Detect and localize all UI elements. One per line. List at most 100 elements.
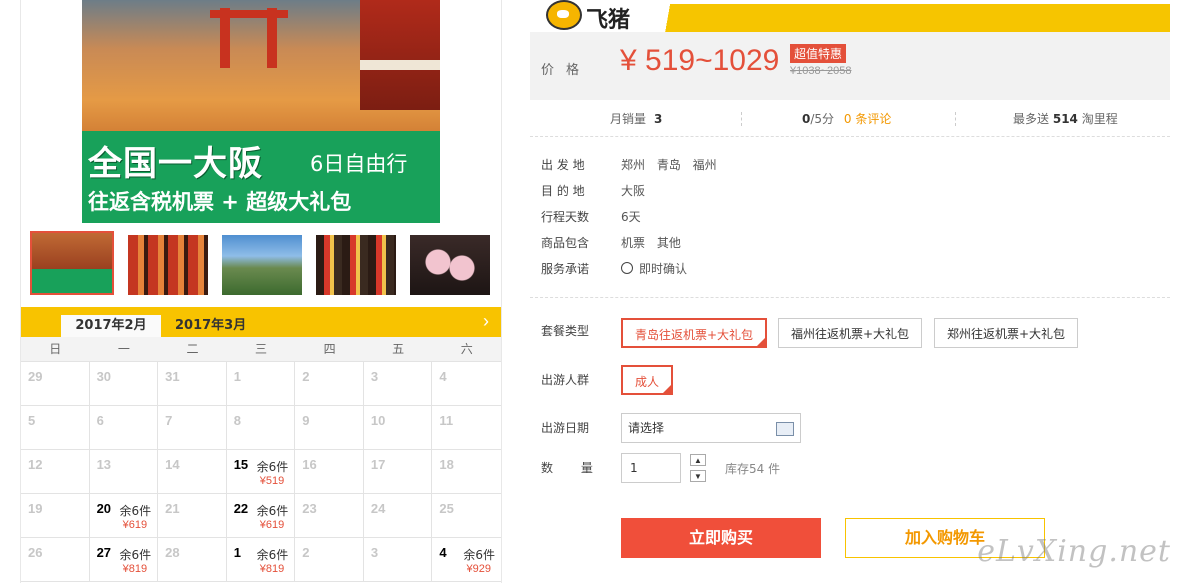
calendar-day-stock: 余6件 [256,548,289,562]
info-row-days: 行程天数 6天 [541,204,1141,230]
thumbnail-1[interactable] [30,231,114,295]
calendar-day: 14 [158,450,227,494]
thumbnail-3[interactable] [220,233,304,297]
weekday-label: 一 [117,342,130,356]
calendar-day-price: ¥819 [259,563,285,575]
calendar-day-price: ¥819 [122,563,148,575]
stock-info: 库存54 件 [725,462,781,476]
reviews-link[interactable]: 0 条评论 [844,112,891,126]
calendar-day: 25 [432,494,501,538]
calendar-day[interactable]: 4 余6件 ¥929 [432,538,501,582]
calendar-day-number: 9 [302,413,310,428]
check-circle-icon [621,262,633,274]
calendar-day-number: 7 [165,413,173,428]
info-key: 目 的 地 [541,184,585,198]
calendar-icon[interactable] [776,422,794,436]
miles-value: 514 [1052,112,1078,126]
info-value: 即时确认 [621,256,687,282]
miles-reward: 最多送 514 淘里程 [1013,110,1118,127]
calendar-day: 19 [21,494,90,538]
thumbnail-2[interactable] [126,233,210,297]
calendar-day-number: 1 [233,545,241,560]
calendar-day: 9 [295,406,364,450]
date-label: 出游日期 [541,421,590,435]
calendar-day-number: 30 [96,369,112,384]
calendar-day-number: 6 [96,413,104,428]
thumbnail-5[interactable] [408,233,492,297]
buy-now-button[interactable]: 立即购买 [621,518,821,558]
info-value: 机票 其他 [621,236,681,250]
calendar-day-number: 5 [28,413,36,428]
info-row-destination: 目 的 地 大阪 [541,178,1141,204]
tab-month-current[interactable]: 2017年2月 [61,315,161,337]
calendar-day: 6 [89,406,159,450]
weekday-label: 三 [255,342,268,356]
thumbnail-4[interactable] [314,233,398,297]
calendar-day-stock: 余6件 [256,504,289,518]
package-option-qingdao[interactable]: 青岛往返机票+大礼包 [621,318,768,348]
price-box: 价格 ¥ 519~1029 超值特惠 ¥1038~2058 [530,32,1170,100]
price-label: 价格 [541,63,592,78]
monthly-sales-value: 3 [654,112,663,126]
quantity-increase-icon[interactable]: ▲ [690,454,706,466]
date-picker-input[interactable]: 请选择 [621,413,801,443]
calendar-day: 24 [363,494,433,538]
original-price: ¥1038~2058 [790,65,852,77]
stats-bar: 月销量 3 0/5分 0 条评论 最多送 514 淘里程 [530,102,1170,137]
weekday-label: 五 [392,342,405,356]
calendar-day-number: 18 [439,457,454,472]
calendar-day: 13 [89,450,159,494]
crowd-option-adult[interactable]: 成人 [621,365,674,395]
calendar-day-stock: 余6件 [463,548,495,562]
package-option-fuzhou[interactable]: 福州往返机票+大礼包 [778,318,923,348]
calendar-day: 2 [295,362,364,406]
calendar-day-number: 23 [302,501,317,516]
calendar-day: 12 [21,450,90,494]
calendar-day-price: ¥519 [259,475,285,487]
calendar-day[interactable]: 15 余6件 ¥519 [226,450,296,494]
calendar-day[interactable]: 20 余6件 ¥619 [89,494,159,538]
calendar-day-number: 10 [370,413,386,428]
hero-title: 全国一大阪 [88,144,263,184]
hero-tagline: 往返含税机票 + 超级大礼包 [88,190,352,214]
calendar-header: 2017年2月 2017年3月 › [21,307,501,337]
calendar-day-stock: 余6件 [119,504,152,518]
package-option-zhengzhou[interactable]: 郑州往返机票+大礼包 [934,318,1079,348]
weekday-label: 六 [460,342,473,356]
info-row-includes: 商品包含 机票 其他 [541,230,1141,256]
calendar-day[interactable]: 1 余6件 ¥819 [226,538,296,582]
product-detail: 飞猪 价格 ¥ 519~1029 超值特惠 ¥1038~2058 月销量 3 0/… [530,0,1170,583]
section-divider [530,297,1170,298]
calendar-day: 11 [432,406,501,450]
weekday-label: 日 [49,342,62,356]
quantity-input[interactable]: 1 [621,453,681,483]
quantity-label: 数 量 [541,461,605,475]
calendar-day-price: ¥929 [466,563,491,575]
calendar-day-number: 4 [439,369,447,384]
date-calendar: 2017年2月 2017年3月 › 日 一 二 三 四 五 六 29 30 31 1 2… [21,307,501,582]
calendar-day-stock: 余6件 [119,548,152,562]
rating: 0/5分 0 条评论 [802,110,891,127]
calendar-day-number: 1 [233,369,241,384]
calendar-day: 10 [363,406,433,450]
tab-month-next[interactable]: 2017年3月 [175,315,246,337]
torii-gate-graphic [210,10,288,18]
calendar-day-number: 28 [165,545,180,560]
calendar-day: 31 [158,362,227,406]
product-gallery: 全国一大阪 6日自由行 往返含税机票 + 超级大礼包 2017年2月 2017年… [20,0,502,583]
calendar-day: 7 [158,406,227,450]
calendar-day[interactable]: 22 余6件 ¥619 [226,494,296,538]
info-key: 服务承诺 [541,262,590,276]
calendar-day: 3 [363,538,433,582]
product-info: 出 发 地 郑州 青岛 福州 目 的 地 大阪 行程天数 6天 商品包含 机票 … [541,152,1141,282]
calendar-day-number: 2 [302,369,310,384]
calendar-day-number: 20 [96,501,112,516]
calendar-day: 2 [295,538,364,582]
quantity-decrease-icon[interactable]: ▼ [690,470,706,482]
monthly-sales: 月销量 3 [610,110,662,127]
calendar-day-number: 22 [233,501,249,516]
package-label: 套餐类型 [541,324,590,338]
shrine-graphic [360,0,440,110]
calendar-day[interactable]: 27 余6件 ¥819 [89,538,159,582]
chevron-right-icon[interactable]: › [483,311,489,332]
